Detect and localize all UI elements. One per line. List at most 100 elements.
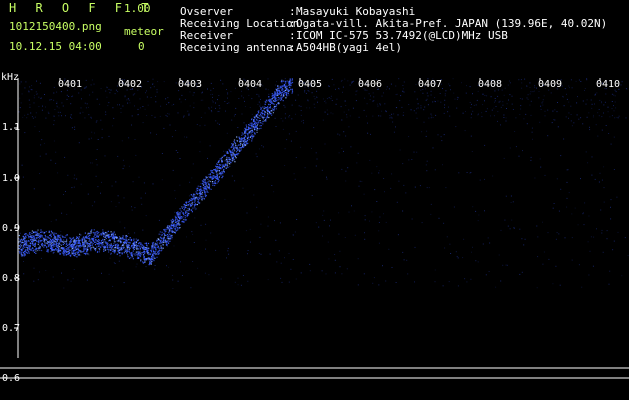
noise-dot bbox=[611, 93, 613, 95]
noise-dot bbox=[242, 275, 244, 276]
noise-dot bbox=[316, 90, 318, 92]
noise-dot bbox=[448, 281, 450, 283]
noise-dot bbox=[179, 184, 181, 186]
noise-dot bbox=[540, 166, 542, 168]
noise-dot bbox=[324, 100, 326, 102]
trace-dot bbox=[53, 245, 55, 248]
trace-dot bbox=[58, 250, 60, 252]
noise-dot bbox=[193, 92, 195, 94]
trace-dot bbox=[103, 241, 105, 243]
trace-dot bbox=[228, 157, 230, 159]
noise-dot bbox=[215, 107, 216, 109]
trace-dot bbox=[230, 158, 232, 160]
noise-dot bbox=[513, 228, 515, 229]
noise-dot bbox=[618, 115, 620, 117]
trace-dot bbox=[268, 107, 270, 109]
noise-dot bbox=[211, 100, 213, 102]
trace-dot bbox=[259, 122, 261, 124]
noise-dot bbox=[613, 240, 615, 242]
noise-dot bbox=[556, 178, 558, 180]
noise-dot bbox=[267, 279, 269, 281]
noise-dot bbox=[80, 107, 82, 109]
noise-dot bbox=[423, 121, 425, 123]
trace-dot bbox=[139, 242, 141, 244]
noise-dot bbox=[177, 112, 179, 114]
noise-dot bbox=[247, 250, 249, 251]
trace-dot bbox=[121, 241, 123, 243]
noise-dot bbox=[96, 164, 98, 166]
trace-dot bbox=[22, 241, 24, 243]
noise-dot bbox=[290, 87, 291, 89]
trace-dot bbox=[205, 185, 207, 188]
trace-dot bbox=[290, 82, 292, 84]
trace-dot bbox=[37, 229, 39, 231]
noise-dot bbox=[547, 109, 549, 111]
noise-dot bbox=[224, 101, 226, 102]
trace-dot bbox=[282, 80, 285, 82]
trace-dot bbox=[77, 246, 79, 248]
trace-dot bbox=[186, 211, 188, 213]
noise-dot bbox=[378, 230, 380, 232]
trace-dot bbox=[68, 248, 70, 250]
noise-dot bbox=[419, 185, 421, 187]
noise-dot bbox=[498, 101, 500, 103]
noise-dot bbox=[529, 82, 531, 84]
noise-dot bbox=[267, 100, 269, 102]
trace-dot bbox=[168, 225, 171, 227]
trace-dot bbox=[45, 236, 47, 238]
trace-dot bbox=[260, 127, 262, 129]
noise-dot bbox=[435, 114, 437, 116]
trace-dot bbox=[146, 248, 148, 250]
trace-dot bbox=[278, 103, 280, 105]
trace-dot bbox=[269, 111, 271, 113]
trace-dot bbox=[251, 138, 253, 140]
noise-dot bbox=[280, 277, 282, 279]
noise-dot bbox=[322, 214, 324, 216]
trace-dot bbox=[60, 244, 62, 246]
noise-dot bbox=[40, 144, 42, 146]
trace-dot bbox=[201, 189, 203, 191]
noise-dot bbox=[615, 107, 617, 109]
noise-dot bbox=[597, 112, 599, 114]
trace-dot bbox=[87, 249, 89, 251]
noise-dot bbox=[440, 136, 442, 138]
noise-dot bbox=[435, 101, 436, 103]
trace-dot bbox=[200, 191, 202, 193]
trace-dot bbox=[90, 230, 92, 232]
noise-dot bbox=[166, 265, 167, 267]
noise-dot bbox=[345, 105, 347, 106]
trace-dot bbox=[281, 86, 283, 88]
noise-dot bbox=[402, 88, 404, 90]
noise-dot bbox=[88, 254, 90, 256]
noise-dot bbox=[587, 162, 589, 164]
noise-dot bbox=[175, 82, 177, 84]
trace-dot bbox=[173, 224, 175, 226]
noise-dot bbox=[218, 123, 220, 125]
noise-dot bbox=[570, 114, 572, 115]
noise-dot bbox=[283, 104, 285, 106]
trace-dot bbox=[105, 237, 107, 239]
trace-dot bbox=[112, 248, 114, 250]
trace-dot bbox=[236, 140, 239, 142]
noise-dot bbox=[407, 273, 409, 275]
noise-dot bbox=[403, 91, 405, 93]
trace-dot bbox=[259, 117, 261, 119]
noise-dot bbox=[267, 225, 269, 227]
noise-dot bbox=[447, 111, 449, 113]
trace-dot bbox=[246, 126, 248, 128]
noise-dot bbox=[36, 80, 37, 82]
noise-dot bbox=[376, 166, 378, 168]
trace-dot bbox=[33, 251, 36, 253]
noise-dot bbox=[386, 86, 388, 88]
noise-dot bbox=[568, 117, 569, 119]
y-tick-label: 1.0 bbox=[2, 173, 21, 184]
noise-dot bbox=[469, 86, 471, 88]
noise-dot bbox=[296, 219, 298, 220]
noise-dot bbox=[605, 125, 607, 126]
trace-dot bbox=[161, 247, 163, 249]
trace-dot bbox=[118, 247, 120, 249]
noise-dot bbox=[193, 242, 195, 243]
trace-dot bbox=[34, 239, 36, 242]
trace-dot bbox=[132, 250, 134, 252]
trace-dot bbox=[120, 237, 122, 239]
